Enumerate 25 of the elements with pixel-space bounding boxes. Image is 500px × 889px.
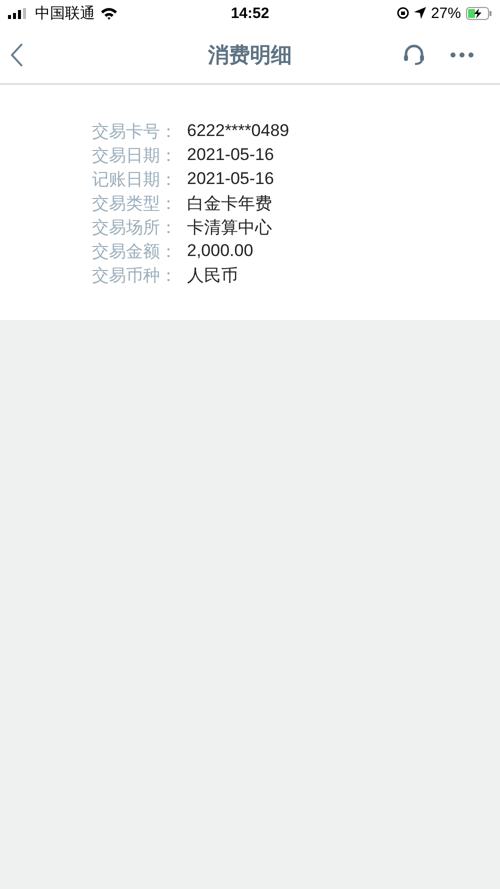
wifi-icon [100, 6, 118, 20]
orientation-lock-icon [396, 7, 409, 19]
detail-value: 白金卡年费 [187, 192, 272, 214]
back-icon[interactable] [10, 42, 24, 66]
detail-value: 卡清算中心 [187, 216, 272, 238]
detail-label: 交易场所： [92, 216, 178, 238]
status-time: 14:52 [230, 4, 270, 22]
detail-value: 2021-05-16 [187, 169, 274, 189]
detail-label: 交易日期： [92, 144, 178, 166]
detail-label: 交易金额： [92, 240, 178, 262]
location-icon [414, 7, 426, 19]
detail-value: 2,000.00 [187, 241, 254, 261]
page-title: 消费明细 [206, 42, 293, 68]
detail-value: 6222****0489 [187, 121, 290, 141]
detail-value: 人民币 [187, 264, 238, 286]
more-icon[interactable] [450, 52, 474, 58]
carrier-name: 中国联通 [35, 4, 95, 22]
battery-percent: 27% [430, 4, 461, 22]
detail-value: 2021-05-16 [187, 145, 274, 165]
detail-label: 记账日期： [92, 168, 178, 190]
headset-icon[interactable] [402, 42, 426, 66]
battery-charging-icon [466, 6, 492, 20]
detail-label: 交易币种： [92, 264, 178, 286]
detail-label: 交易类型： [92, 192, 178, 214]
detail-label: 交易卡号： [92, 120, 178, 142]
